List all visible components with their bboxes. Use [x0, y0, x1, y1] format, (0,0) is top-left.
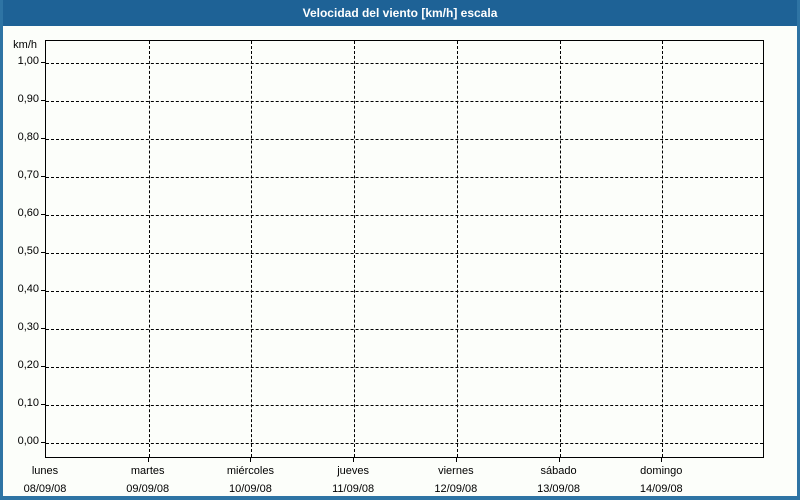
- y-axis-tick: [41, 62, 45, 63]
- y-axis-tick: [41, 176, 45, 177]
- h-gridline: [46, 291, 763, 292]
- v-gridline: [457, 41, 458, 457]
- y-axis-tick: [41, 100, 45, 101]
- v-gridline: [354, 41, 355, 457]
- x-day-label: sábado: [540, 465, 577, 477]
- x-date-label: 08/09/08: [23, 483, 67, 495]
- y-tick-label: 0,30: [17, 321, 39, 333]
- x-day-label: jueves: [337, 465, 370, 477]
- h-gridline: [46, 253, 763, 254]
- y-axis-tick: [41, 328, 45, 329]
- x-day-label: miércoles: [226, 465, 274, 477]
- h-gridline: [46, 215, 763, 216]
- x-axis-tick: [250, 458, 251, 462]
- y-axis-tick: [41, 252, 45, 253]
- plot-area: [45, 40, 764, 458]
- x-day-label: viernes: [438, 465, 474, 477]
- v-gridline: [149, 41, 150, 457]
- app-frame: Velocidad del viento [km/h] escala km/h …: [0, 0, 800, 500]
- x-axis-tick: [559, 458, 560, 462]
- y-tick-label: 0,90: [17, 93, 39, 105]
- h-gridline: [46, 405, 763, 406]
- x-date-label: 14/09/08: [639, 483, 683, 495]
- v-gridline: [251, 41, 252, 457]
- h-gridline: [46, 101, 763, 102]
- v-gridline: [560, 41, 561, 457]
- h-gridline: [46, 177, 763, 178]
- y-axis-tick: [41, 366, 45, 367]
- x-axis-tick: [353, 458, 354, 462]
- x-axis-tick: [456, 458, 457, 462]
- y-axis-tick: [41, 404, 45, 405]
- y-tick-label: 0,50: [17, 245, 39, 257]
- x-axis-tick: [148, 458, 149, 462]
- y-axis-tick: [41, 290, 45, 291]
- y-tick-label: 0,00: [17, 435, 39, 447]
- y-tick-label: 0,20: [17, 359, 39, 371]
- x-date-label: 12/09/08: [434, 483, 478, 495]
- h-gridline: [46, 139, 763, 140]
- y-tick-label: 0,70: [17, 169, 39, 181]
- v-gridline: [662, 41, 663, 457]
- h-gridline: [46, 367, 763, 368]
- h-gridline: [46, 63, 763, 64]
- x-axis-tick: [661, 458, 662, 462]
- x-date-label: 09/09/08: [126, 483, 170, 495]
- y-tick-label: 0,40: [17, 283, 39, 295]
- h-gridline: [46, 443, 763, 444]
- h-gridline: [46, 329, 763, 330]
- y-tick-label: 1,00: [17, 55, 39, 67]
- y-tick-label: 0,10: [17, 397, 39, 409]
- y-axis-unit-label: km/h: [13, 39, 37, 51]
- x-date-label: 11/09/08: [332, 483, 375, 495]
- y-axis-tick: [41, 138, 45, 139]
- y-axis-tick: [41, 214, 45, 215]
- x-day-label: domingo: [640, 465, 683, 477]
- y-axis-tick: [41, 442, 45, 443]
- x-date-label: 13/09/08: [537, 483, 580, 495]
- x-date-label: 10/09/08: [229, 483, 272, 495]
- x-day-label: lunes: [31, 465, 59, 477]
- chart-area: km/h 1,00 0,90 0,80 0,70 0,60 0,50 0,40 0,30 0,2…: [3, 0, 797, 496]
- x-day-label: martes: [130, 465, 165, 477]
- y-tick-label: 0,60: [17, 207, 39, 219]
- y-tick-label: 0,80: [17, 131, 39, 143]
